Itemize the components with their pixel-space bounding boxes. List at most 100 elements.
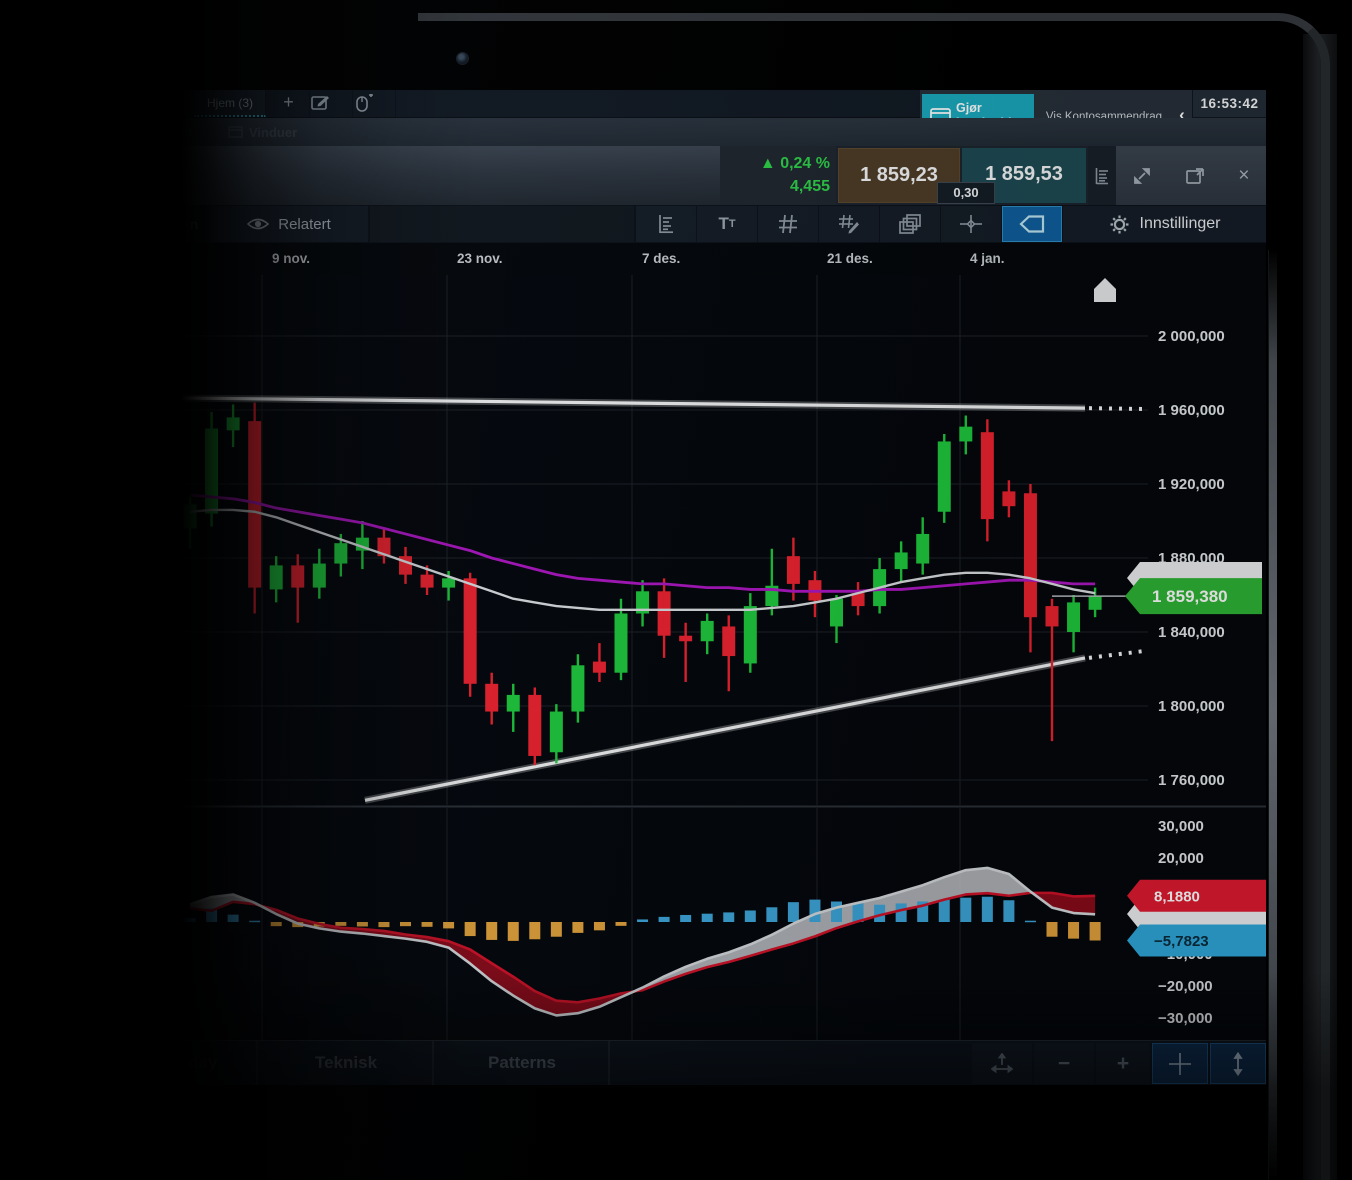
depth-ladder-button[interactable] [1088, 146, 1116, 205]
zoom-out-button[interactable]: − [1034, 1043, 1094, 1084]
cascade-windows-button[interactable] [880, 206, 940, 242]
macd-tick-label: 30,000 [1158, 818, 1204, 835]
pan-mode-button[interactable] [972, 1043, 1032, 1084]
macd-histogram-bar [702, 914, 713, 922]
tablet-bezel [1303, 34, 1337, 1180]
gear-icon [1109, 214, 1130, 235]
screenshot-stage: Hjem (3) + [0, 0, 1352, 1180]
change-percent: 0,24 % [780, 155, 830, 172]
tab-teknisk[interactable]: Teknisk [260, 1041, 434, 1085]
macd-histogram-bar [680, 915, 691, 922]
cascade-windows-icon [899, 214, 921, 234]
candle [895, 541, 908, 582]
trading-app-window: Hjem (3) + [180, 90, 1266, 1085]
grid-icon [778, 214, 798, 234]
macd-histogram-bar [809, 900, 820, 922]
candle [981, 419, 994, 541]
menu-item-vinduer[interactable]: Vinduer [220, 120, 305, 144]
chart-area[interactable]: 2 000,0001 960,0001 920,0001 880,0001 84… [180, 275, 1266, 1040]
candle [830, 595, 843, 643]
price-tick-label: 1 840,000 [1158, 624, 1225, 641]
tab-patterns[interactable]: Patterns [436, 1041, 610, 1085]
related-label: Relatert [278, 216, 331, 233]
date-tick-label: 4 jan. [970, 251, 1005, 266]
candle [270, 556, 283, 602]
text-tool-label-big: T [718, 214, 728, 234]
candle [593, 643, 606, 682]
candle [938, 434, 951, 523]
macd-histogram-bar [594, 922, 605, 930]
candle [636, 580, 649, 626]
price-tick-label: 1 760,000 [1158, 772, 1225, 789]
new-workspace-icon[interactable] [311, 90, 353, 117]
price-tick-label: 1 800,000 [1158, 698, 1225, 715]
candle [1067, 595, 1080, 652]
date-tick-label: 21 des. [827, 251, 873, 266]
candle [550, 704, 563, 763]
macd-histogram-bar [508, 922, 519, 941]
compose-icon [311, 95, 330, 111]
change-points: 4,455 [790, 178, 830, 195]
popout-window-icon[interactable] [1185, 167, 1205, 185]
macd-histogram-bar [572, 922, 583, 933]
macd-tick-label: −30,000 [1158, 1010, 1213, 1027]
draw-tool-button[interactable] [819, 206, 879, 242]
tab-home[interactable]: Hjem (3) [194, 90, 266, 117]
macd-histogram-bar [551, 922, 562, 937]
scale-tool-button[interactable] [636, 206, 696, 242]
macd-histogram-bar [185, 918, 196, 922]
new-tab-button[interactable]: + [268, 90, 310, 117]
macd-histogram-bar [378, 922, 389, 927]
price-tick-label: 1 960,000 [1158, 402, 1225, 419]
macd-histogram-bar [1003, 900, 1014, 922]
macd-histogram-bar [1025, 921, 1036, 923]
candle [291, 554, 304, 622]
flag-tool-button-active[interactable] [1002, 206, 1062, 242]
grid-tool-button[interactable] [758, 206, 818, 242]
macd-tick-label: −20,000 [1158, 978, 1213, 995]
scroll-latest-icon[interactable] [1094, 278, 1116, 302]
macd-histogram-bar [422, 922, 433, 927]
candle [464, 573, 477, 697]
macd-histogram-bar [465, 922, 476, 936]
menu-bar: er Vinduer [180, 118, 1266, 146]
text-tool-button[interactable]: TT [697, 206, 757, 242]
tab-interval-fragment[interactable]: day [180, 1041, 258, 1085]
candle [722, 615, 735, 691]
signal-line [190, 893, 1095, 1002]
vertical-scale-button[interactable] [1210, 1043, 1266, 1084]
macd-histogram-bar [939, 900, 950, 922]
up-triangle-icon: ▲ [760, 155, 776, 172]
settings-label: Innstillinger [1140, 215, 1221, 233]
macd-histogram-bar [271, 922, 282, 926]
settings-button[interactable]: Innstillinger [1063, 206, 1266, 242]
close-icon[interactable]: × [1238, 165, 1249, 187]
macd-histogram-bar [1047, 922, 1058, 937]
candle [227, 404, 240, 447]
macd-histogram-bar [831, 902, 842, 922]
instrument-title-panel [180, 146, 720, 205]
zoom-in-button[interactable]: + [1096, 1043, 1150, 1084]
candlestick-macd-chart[interactable]: 2 000,0001 960,0001 920,0001 880,0001 84… [180, 275, 1266, 1040]
macd-histogram-bar [766, 907, 777, 922]
expand-icon[interactable] [1132, 166, 1152, 186]
candle [571, 654, 584, 722]
date-tick-label: 7 des. [642, 251, 680, 266]
related-button[interactable]: Relatert [210, 206, 368, 242]
vertical-arrows-icon [1230, 1052, 1246, 1076]
candle [1046, 599, 1059, 741]
crosshair-cursor-button[interactable] [1152, 1043, 1208, 1084]
price-scale-icon [658, 214, 675, 234]
macd-histogram-bar [249, 921, 260, 923]
macd-tick-label: 20,000 [1158, 850, 1204, 867]
tablet-camera [456, 52, 469, 65]
candle [808, 571, 821, 617]
text-tool-label-small: T [729, 218, 736, 230]
mouse-tool-button[interactable] [354, 90, 396, 117]
candle [765, 549, 778, 616]
clock: 16:53:42 [1192, 90, 1266, 117]
macd-histogram-bar [529, 922, 540, 939]
candle [184, 497, 197, 549]
crosshair-tool-button[interactable] [941, 206, 1001, 242]
bottom-tab-bar: day Teknisk Patterns − + [180, 1040, 1266, 1085]
